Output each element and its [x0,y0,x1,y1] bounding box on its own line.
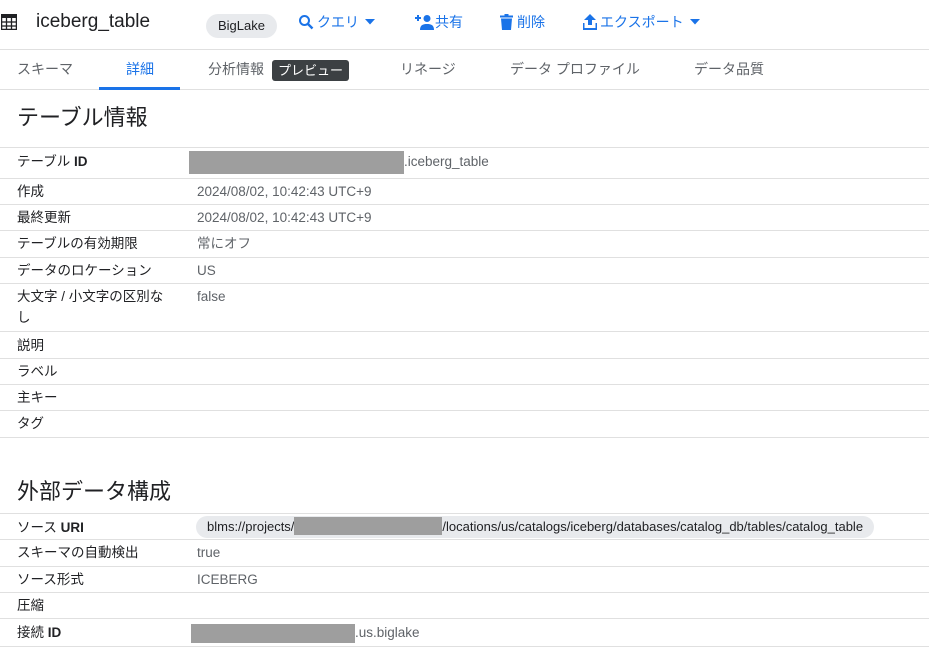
case-insensitive-label: 大文字 / 小文字の区別なし [17,289,164,325]
expiration-row: テーブルの有効期限 常にオフ [0,231,929,258]
primary-key-row: 主キー [0,385,929,411]
expiration-label: テーブルの有効期限 [17,236,138,251]
toolbar: iceberg_table BigLake クエリ 共有 削除 エクスポート [0,0,929,50]
autodetect-label: スキーマの自動検出 [17,545,139,560]
tab-insights[interactable]: 分析情報 プレビュー [208,50,350,89]
last-modified-row: 最終更新 2024/08/02, 10:42:43 UTC+9 [0,205,929,231]
connection-id-value: .us.biglake [191,622,420,643]
description-label: 説明 [17,338,44,353]
table-type-chip: BigLake [206,14,277,38]
tab-data-quality[interactable]: データ品質 [694,50,764,89]
created-value: 2024/08/02, 10:42:43 UTC+9 [197,184,372,199]
labels-label: ラベル [17,364,58,379]
redacted-project-id [294,517,443,535]
share-label: 共有 [435,14,463,30]
compression-label: 圧縮 [17,598,44,613]
created-row: 作成 2024/08/02, 10:42:43 UTC+9 [0,179,929,205]
upload-icon [583,14,597,30]
data-location-value: US [197,263,216,278]
dropdown-arrow-icon [365,19,375,25]
primary-key-label: 主キー [17,390,58,405]
trash-icon [500,14,513,30]
delete-button[interactable]: 削除 [500,12,545,32]
autodetect-row: スキーマの自動検出 true [0,540,929,567]
source-uri-row: ソース URI blms://projects//locations/us/ca… [0,513,929,540]
case-insensitive-row: 大文字 / 小文字の区別なし false [0,284,929,332]
last-modified-value: 2024/08/02, 10:42:43 UTC+9 [197,210,372,225]
redacted-project-id [191,623,355,643]
compression-row: 圧縮 [0,593,929,619]
active-tab-indicator [99,87,180,90]
table-grid-icon [0,13,18,31]
tab-bar: スキーマ 詳細 分析情報 プレビュー リネージ データ プロファイル データ品質 [0,50,929,90]
data-location-label: データのロケーション [17,263,152,278]
dropdown-arrow-icon [689,19,700,25]
tab-details[interactable]: 詳細 [126,50,154,89]
tab-data-profile[interactable]: データ プロファイル [510,50,640,89]
query-button[interactable]: クエリ [298,12,375,32]
connection-id-row: 接続 ID .us.biglake [0,619,929,647]
data-location-row: データのロケーション US [0,258,929,284]
export-label: エクスポート [600,14,684,30]
page-title: iceberg_table [36,11,151,32]
tab-insights-label: 分析情報 [208,61,264,77]
person-add-icon [415,14,434,30]
table-id-row: テーブル ID .iceberg_table [0,147,929,179]
source-format-value: ICEBERG [197,572,258,587]
source-uri-value: blms://projects//locations/us/catalogs/i… [196,516,875,538]
connection-id-label: 接続 ID [17,625,62,640]
redacted-project-id [189,151,404,174]
query-label: クエリ [317,14,359,30]
expiration-value: 常にオフ [197,236,251,251]
table-id-value: .iceberg_table [189,151,489,174]
table-id-label: テーブル ID [17,154,88,169]
source-format-row: ソース形式 ICEBERG [0,567,929,593]
search-icon [298,14,314,30]
tags-label: タグ [17,416,44,431]
tab-lineage[interactable]: リネージ [400,50,456,89]
tab-schema[interactable]: スキーマ [17,50,73,89]
source-format-label: ソース形式 [17,572,84,587]
share-button[interactable]: 共有 [415,12,463,32]
description-row: 説明 [0,332,929,359]
table-info-heading: テーブル情報 [17,105,148,130]
export-button[interactable]: エクスポート [583,12,700,32]
created-label: 作成 [17,184,44,199]
source-uri-label: ソース URI [17,520,84,535]
autodetect-value: true [197,545,221,560]
preview-badge: プレビュー [272,59,350,81]
tags-row: タグ [0,411,929,438]
last-modified-label: 最終更新 [17,210,71,225]
delete-label: 削除 [517,14,545,30]
labels-row: ラベル [0,359,929,385]
case-insensitive-value: false [197,289,226,304]
external-config-heading: 外部データ構成 [17,479,172,504]
